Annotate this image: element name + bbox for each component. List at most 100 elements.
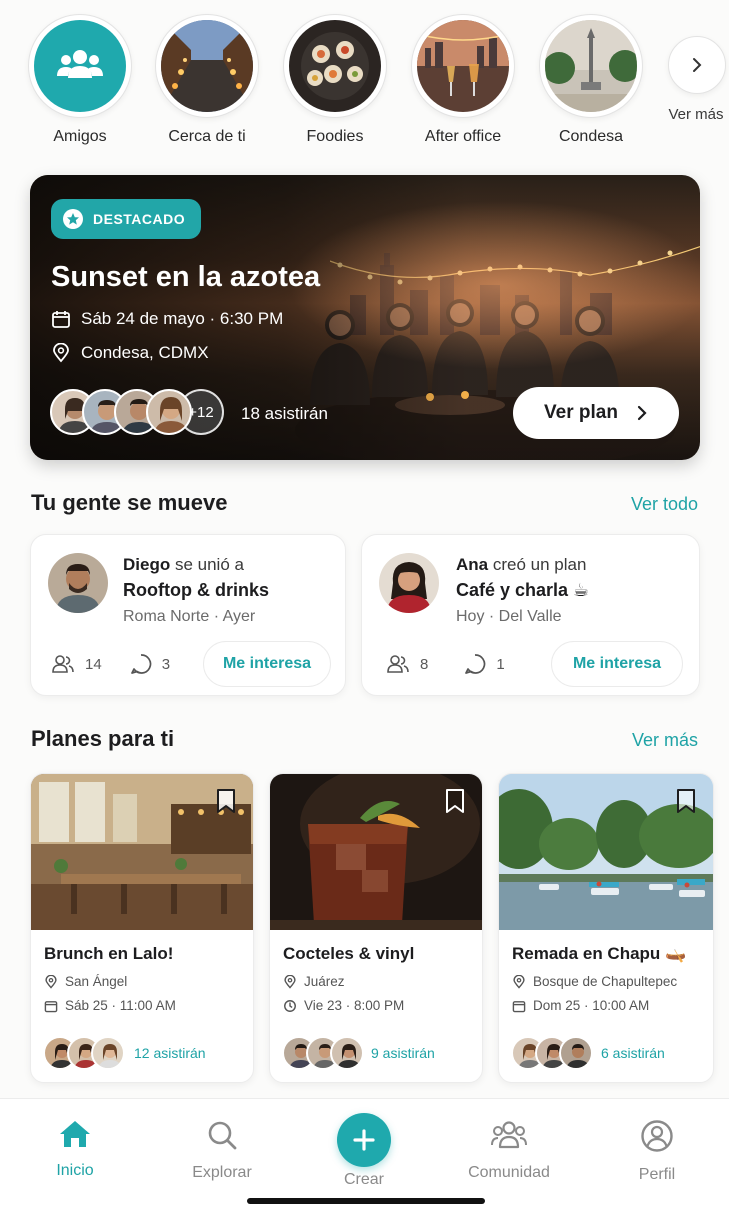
people-count: 8 [386,654,428,674]
plan-image-lake [499,774,713,930]
people-count-value: 14 [85,655,102,673]
comment-count-value: 3 [161,655,171,673]
story-after-office[interactable]: After office [411,14,515,146]
calendar-icon [52,311,70,328]
nav-community[interactable]: Comunidad [454,1119,564,1182]
plan-card-brunch[interactable]: Brunch en Lalo! San Ángel Sáb 25 · 11:00… [30,773,254,1083]
nav-explore[interactable]: Explorar [167,1119,277,1182]
activity-plan-name[interactable]: Café y charla ☕ [456,580,589,601]
activity-see-all-link[interactable]: Ver todo [631,494,698,515]
plan-location: Bosque de Chapultepec [512,974,677,989]
ver-plan-button[interactable]: Ver plan [513,387,679,439]
activity-card-ana[interactable]: Ana creó un plan Café y charla ☕ Hoy · D… [361,534,700,696]
story-cerca-de-ti[interactable]: Cerca de ti [155,14,259,146]
plan-image-restaurant [31,774,253,930]
plan-location-text: Juárez [304,974,345,989]
story-amigos[interactable]: Amigos [28,14,132,146]
activity-meta: Roma Norte · Ayer [123,608,256,625]
story-image-street [161,20,253,112]
create-button[interactable] [337,1113,391,1167]
activity-user-name[interactable]: Diego [123,555,170,574]
nav-home[interactable]: Inicio [20,1119,130,1180]
featured-attendees[interactable]: +12 [50,389,224,435]
comment-count[interactable]: 1 [464,653,505,675]
avatar [330,1036,364,1070]
plan-attendees [511,1036,593,1070]
plan-date-text: Vie 23 · 8:00 PM [304,998,405,1013]
me-interesa-button[interactable]: Me interesa [203,641,331,687]
me-interesa-button[interactable]: Me interesa [551,641,683,687]
story-foodies[interactable]: Foodies [283,14,387,146]
comment-count[interactable]: 3 [130,653,170,675]
story-label: After office [424,128,502,145]
chevron-right-icon [693,58,702,72]
story-label: Cerca de ti [168,128,246,145]
stories-row: Amigos Cerca de ti Foodies After office … [28,14,729,154]
stories-more-button[interactable] [668,36,726,94]
nav-create[interactable]: Crear [309,1113,419,1189]
comment-icon [130,654,151,674]
community-icon [491,1121,527,1149]
bookmark-icon[interactable] [444,788,466,814]
story-label: Foodies [306,128,364,145]
activity-stats: 8 1 [386,653,533,675]
story-image-food [289,20,381,112]
stories-more-label[interactable]: Ver más [656,106,729,123]
activity-plan-name[interactable]: Rooftop & drinks [123,580,269,601]
featured-title: Sunset en la azotea [51,261,321,293]
plan-location-text: Bosque de Chapultepec [533,974,678,989]
location-pin-icon [284,974,296,989]
featured-card[interactable]: DESTACADO Sunset en la azotea Sáb 24 de … [30,175,700,460]
plan-image-cocktail [270,774,482,930]
bottom-nav: Inicio Explorar Crear Comunidad Perfil [0,1098,729,1224]
plan-title: Remada en Chapu 🛶 [512,944,687,963]
plan-date-text: Dom 25 · 10:00 AM [533,998,650,1013]
star-icon [63,209,83,229]
chevron-right-icon [637,405,647,421]
plan-attending-count: 9 asistirán [371,1045,435,1061]
story-condesa[interactable]: Condesa [539,14,643,146]
featured-date: Sáb 24 de mayo · 6:30 PM [51,309,283,329]
bookmark-icon[interactable] [675,788,697,814]
nav-community-label: Comunidad [468,1164,550,1181]
plans-section-title: Planes para ti [31,726,175,751]
activity-card-diego[interactable]: Diego se unió a Rooftop & drinks Roma No… [30,534,346,696]
plan-attendees [282,1036,364,1070]
bookmark-icon[interactable] [215,788,237,814]
story-image-drinks [417,20,509,112]
plan-attendees [43,1036,125,1070]
activity-stats: 14 3 [51,653,198,675]
nav-explore-label: Explorar [192,1164,252,1181]
activity-action: creó un plan [488,555,587,574]
comment-icon [465,654,486,674]
plan-card-remada[interactable]: Remada en Chapu 🛶 Bosque de Chapultepec … [498,773,714,1083]
plans-see-more-link[interactable]: Ver más [632,730,698,751]
avatar [379,553,439,613]
plan-attending-count: 6 asistirán [601,1045,665,1061]
people-count-value: 8 [420,655,429,673]
featured-location-text: Condesa, CDMX [81,343,209,362]
activity-meta: Hoy · Del Valle [456,608,562,625]
avatar [48,553,108,613]
featured-location: Condesa, CDMX [51,343,209,363]
plan-location-text: San Ángel [65,974,128,989]
plan-date: Vie 23 · 8:00 PM [283,998,404,1013]
plan-location: San Ángel [44,974,127,989]
activity-summary: Diego se unió a [123,555,244,575]
nav-profile[interactable]: Perfil [602,1119,712,1184]
featured-date-text: Sáb 24 de mayo · 6:30 PM [81,309,284,328]
nav-home-label: Inicio [56,1162,94,1179]
plan-date: Dom 25 · 10:00 AM [512,998,649,1013]
avatar [146,389,192,435]
profile-icon [641,1120,673,1152]
story-label: Condesa [558,128,624,145]
plan-card-cocteles[interactable]: Cocteles & vinyl Juárez Vie 23 · 8:00 PM… [269,773,483,1083]
nav-profile-label: Perfil [638,1166,676,1183]
story-ring [539,14,643,118]
activity-user-name[interactable]: Ana [456,555,488,574]
plan-location: Juárez [283,974,345,989]
people-count: 14 [51,654,102,674]
friends-icon [34,20,126,112]
clock-icon [284,999,296,1012]
activity-summary: Ana creó un plan [456,555,586,575]
